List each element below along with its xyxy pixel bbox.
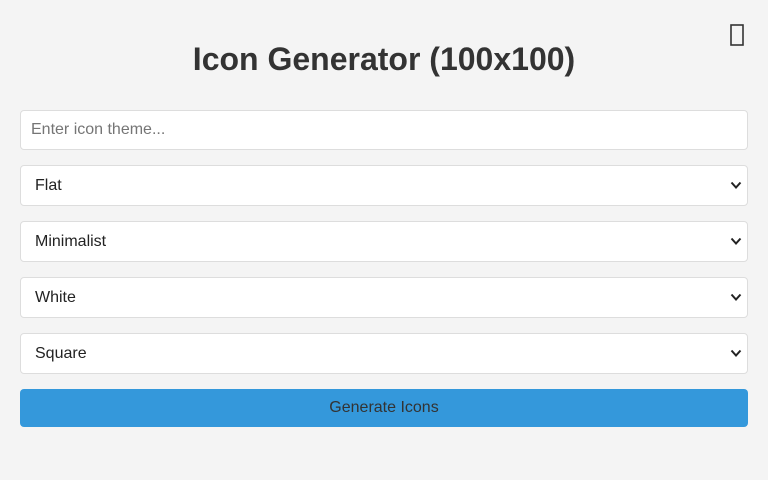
type-select[interactable]: Minimalist	[20, 221, 748, 262]
style-select[interactable]: Flat	[20, 165, 748, 206]
shape-select[interactable]: Square	[20, 333, 748, 374]
color-select-wrapper: White	[20, 277, 748, 318]
color-select[interactable]: White	[20, 277, 748, 318]
generator-form: Flat Minimalist White Square	[20, 108, 748, 427]
page-title: Icon Generator (100x100)	[192, 41, 576, 77]
generate-icons-button[interactable]: Generate Icons	[20, 389, 748, 427]
moon-icon-glyph	[730, 24, 744, 46]
style-select-wrapper: Flat	[20, 165, 748, 206]
icon-generator-page: Icon Generator (100x100) Flat Minimalist…	[0, 0, 768, 480]
style-select-value: Flat	[35, 177, 62, 194]
type-select-value: Minimalist	[35, 233, 107, 250]
color-select-value: White	[35, 289, 76, 306]
shape-select-value: Square	[35, 345, 87, 362]
shape-select-wrapper: Square	[20, 333, 748, 374]
moon-icon[interactable]	[728, 22, 746, 48]
type-select-wrapper: Minimalist	[20, 221, 748, 262]
theme-input[interactable]	[20, 110, 748, 150]
